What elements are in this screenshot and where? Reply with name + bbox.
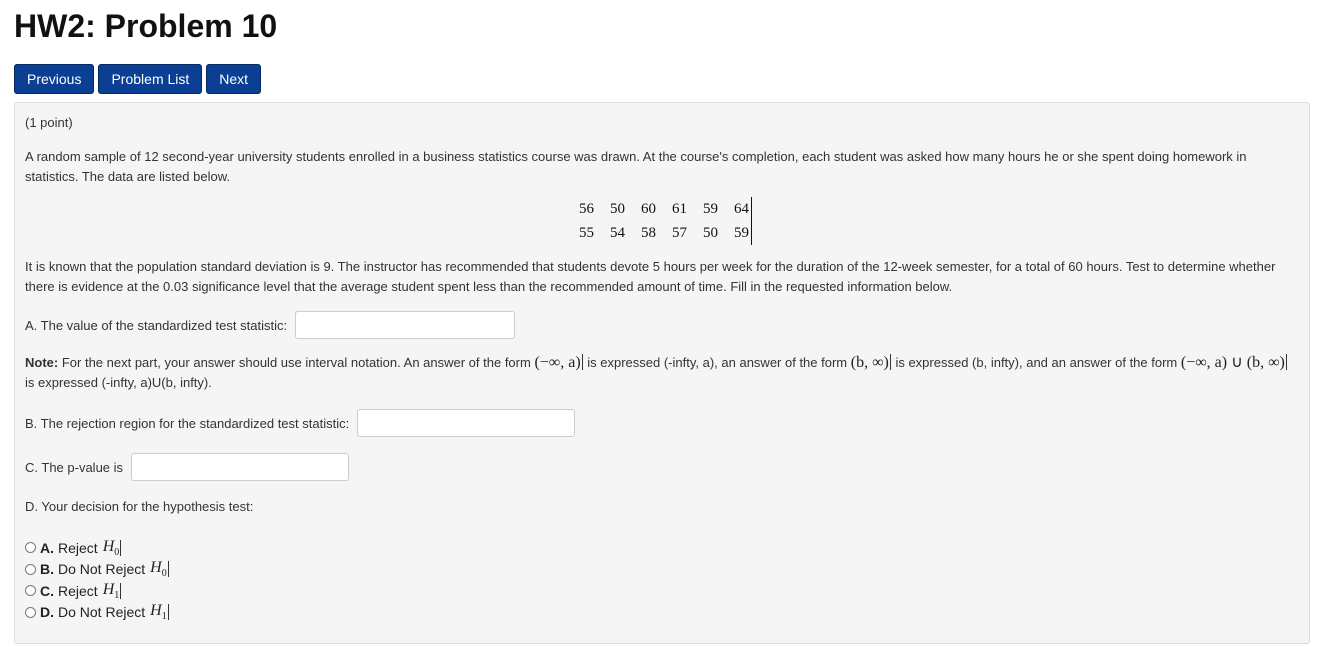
math-cursor — [1285, 354, 1287, 370]
next-button[interactable]: Next — [206, 64, 262, 94]
previous-button[interactable]: Previous — [14, 64, 95, 94]
part-c-label: C. The p-value is — [25, 459, 124, 475]
note-text: is expressed (b, infty), and an answer o… — [895, 355, 1178, 370]
decision-options: A. Reject H0 B. Do Not Reject H0 C. Reje… — [25, 537, 170, 623]
hypothesis-symbol: H0 — [103, 538, 120, 558]
option-c[interactable]: C. Reject H1 — [25, 580, 170, 602]
option-letter: D. — [40, 604, 54, 621]
radio-button[interactable] — [25, 585, 36, 597]
data-cell: 64 — [734, 200, 749, 217]
problem-nav: Previous Problem List Next — [14, 64, 262, 94]
page: HW2: Problem 10 Previous Problem List Ne… — [0, 0, 1317, 647]
data-cell: 58 — [641, 224, 656, 241]
option-d[interactable]: D. Do Not Reject H1 — [25, 602, 170, 624]
interval-note: Note: For the next part, your answer sho… — [25, 353, 1290, 393]
hypothesis-letter: H — [150, 559, 162, 577]
math-cursor — [889, 354, 891, 370]
problem-paragraph: It is known that the population standard… — [25, 259, 1276, 294]
data-cell: 55 — [579, 224, 594, 241]
data-cell: 50 — [610, 200, 625, 217]
data-cell: 59 — [703, 200, 718, 217]
part-b-input[interactable] — [357, 409, 576, 437]
data-cell: 50 — [703, 224, 718, 241]
data-cell: 57 — [672, 224, 687, 241]
math-cursor — [167, 604, 169, 621]
data-cell: 61 — [672, 200, 687, 217]
part-b-row: B. The rejection region for the standard… — [25, 409, 576, 437]
hypothesis-subscript: 1 — [114, 589, 120, 601]
option-a[interactable]: A. Reject H0 — [25, 537, 170, 559]
option-b[interactable]: B. Do Not Reject H0 — [25, 559, 170, 581]
hypothesis-subscript: 0 — [114, 546, 120, 558]
hypothesis-letter: H — [150, 602, 162, 620]
page-title: HW2: Problem 10 — [14, 8, 278, 44]
math-interval: (b, ∞) — [850, 354, 889, 371]
radio-button[interactable] — [25, 542, 36, 554]
math-cursor — [581, 354, 583, 370]
data-cell: 60 — [641, 200, 656, 217]
option-text: Do Not Reject — [58, 604, 146, 621]
hypothesis-subscript: 0 — [161, 568, 167, 580]
data-row: 56 50 60 61 59 64 — [571, 197, 752, 221]
note-label: Note: — [25, 355, 59, 370]
math-cursor — [120, 582, 122, 599]
hypothesis-letter: H — [102, 537, 115, 555]
part-a-input[interactable] — [295, 311, 516, 339]
point-value: (1 point) — [25, 115, 73, 130]
data-cell: 59 — [734, 224, 749, 241]
note-text: is expressed (-infty, a), an answer of t… — [587, 355, 848, 370]
option-letter: A. — [40, 539, 54, 556]
option-text: Reject — [58, 582, 98, 599]
hypothesis-symbol: H0 — [150, 559, 167, 579]
radio-button[interactable] — [25, 606, 36, 618]
data-row: 55 54 58 57 50 59 — [571, 221, 752, 245]
math-cursor — [120, 539, 122, 556]
option-letter: C. — [40, 582, 54, 599]
data-cell: 56 — [579, 200, 594, 217]
problem-list-button[interactable]: Problem List — [98, 64, 203, 94]
part-a-row: A. The value of the standardized test st… — [25, 311, 516, 339]
data-cell: 54 — [610, 224, 625, 241]
data-table: 56 50 60 61 59 64 55 54 58 57 50 59 — [571, 197, 752, 245]
hypothesis-subscript: 1 — [161, 611, 167, 623]
option-text: Do Not Reject — [58, 561, 146, 578]
math-interval: (−∞, a) — [534, 354, 581, 371]
hypothesis-symbol: H1 — [103, 581, 120, 601]
part-a-label: A. The value of the standardized test st… — [25, 317, 288, 333]
note-text: For the next part, your answer should us… — [61, 355, 531, 370]
math-interval: (−∞, a) ∪ (b, ∞) — [1180, 354, 1285, 371]
math-cursor — [167, 561, 169, 578]
option-text: Reject — [58, 539, 98, 556]
part-b-label: B. The rejection region for the standard… — [25, 415, 350, 431]
problem-panel: (1 point) A random sample of 12 second-y… — [14, 102, 1310, 644]
radio-button[interactable] — [25, 563, 36, 575]
problem-intro: A random sample of 12 second-year univer… — [25, 149, 1247, 184]
part-c-row: C. The p-value is — [25, 453, 350, 481]
hypothesis-symbol: H1 — [150, 602, 167, 622]
note-text: is expressed (-infty, a)U(b, infty). — [25, 375, 212, 390]
hypothesis-letter: H — [102, 580, 115, 598]
option-letter: B. — [40, 561, 54, 578]
part-c-input[interactable] — [131, 453, 350, 481]
part-d-label: D. Your decision for the hypothesis test… — [25, 499, 254, 514]
